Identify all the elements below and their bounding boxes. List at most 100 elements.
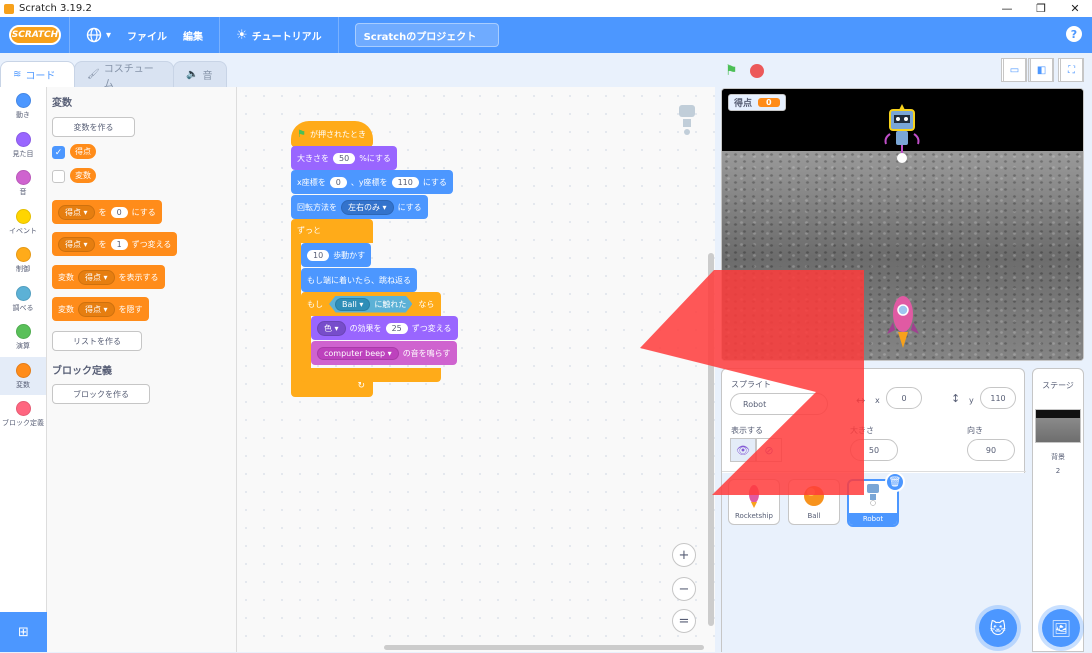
choose-sprite-button[interactable]: 🐱	[979, 609, 1017, 647]
minimize-icon[interactable]: —	[990, 0, 1024, 17]
close-icon[interactable]: ✕	[1058, 0, 1092, 17]
variable-visible-checkbox[interactable]	[52, 170, 65, 183]
size-input[interactable]: 50	[333, 152, 356, 164]
category-looks[interactable]: 見た目	[0, 126, 46, 165]
edit-menu[interactable]: 編集	[183, 28, 203, 43]
fullscreen-button[interactable]: ⛶	[1058, 58, 1084, 82]
tab-sounds[interactable]: 🔈 音	[173, 61, 227, 87]
block-text: もし端に着いたら、跳ね返る	[307, 275, 411, 285]
play-sound-block[interactable]: computer beep ▾ の音を鳴らす	[311, 341, 457, 365]
category-control[interactable]: 制御	[0, 241, 46, 280]
touching-target-dropdown[interactable]: Ball ▾	[335, 297, 371, 311]
direction-input[interactable]: 90	[967, 439, 1015, 461]
make-variable-button[interactable]: 変数を作る	[52, 117, 135, 137]
add-extension-button[interactable]: ⊞	[0, 612, 47, 652]
zoom-in-icon: +	[678, 547, 690, 563]
move-steps-block[interactable]: 10 歩動かす	[301, 243, 372, 267]
category-sensing[interactable]: 調べる	[0, 280, 46, 319]
y-label: y	[969, 396, 974, 405]
project-title-input[interactable]: Scratchのプロジェクト	[354, 23, 499, 47]
brush-icon: 🖌	[87, 69, 100, 80]
change-effect-block[interactable]: 色 ▾ の効果を 25 ずつ変える	[311, 316, 458, 340]
value-input[interactable]: 1	[110, 238, 128, 250]
variable-reporter-block[interactable]: 変数	[70, 168, 96, 183]
small-stage-icon: ▭	[1003, 58, 1026, 82]
category-events[interactable]: イベント	[0, 203, 46, 242]
x-position-input[interactable]: 0	[886, 387, 922, 409]
value-input[interactable]: 0	[110, 206, 128, 218]
extension-icon: ⊞	[18, 624, 29, 640]
sound-dropdown[interactable]: computer beep ▾	[317, 346, 399, 360]
operators-dot-icon	[15, 324, 31, 339]
score-visible-checkbox[interactable]: ✓	[52, 146, 65, 159]
when-flag-clicked-block[interactable]: ⚑ が押されたとき	[291, 121, 373, 147]
x-input[interactable]: 0	[329, 176, 347, 188]
file-menu[interactable]: ファイル	[127, 28, 167, 43]
y-position-input[interactable]: 110	[980, 387, 1016, 409]
scratch-logo[interactable]: SCRATCH	[9, 25, 61, 45]
zoom-out-button[interactable]: −	[672, 577, 696, 601]
goto-xy-block[interactable]: x座標を 0 、y座標を 110 にする	[291, 170, 453, 194]
block-text: を隠す	[118, 304, 143, 314]
show-sprite-toggle[interactable]: 👁	[730, 438, 756, 462]
tab-code[interactable]: ≋ コード	[0, 61, 75, 87]
stop-button[interactable]	[750, 64, 764, 78]
choose-backdrop-button[interactable]: 🖼	[1042, 609, 1080, 647]
effect-dropdown[interactable]: 色 ▾	[317, 320, 346, 336]
hide-sprite-toggle[interactable]: ⊘	[756, 438, 782, 462]
hide-variable-block[interactable]: 変数 得点 ▾ を隠す	[52, 297, 149, 321]
tab-costumes[interactable]: 🖌 コスチューム	[74, 61, 174, 90]
looks-dot-icon	[15, 131, 31, 147]
script-vertical-scrollbar[interactable]	[708, 253, 714, 626]
zoom-in-button[interactable]: +	[672, 543, 696, 567]
rocketship-sprite[interactable]	[885, 294, 921, 349]
green-flag-button[interactable]: ⚑	[725, 63, 739, 79]
sprite-thumb-ball[interactable]: Ball	[788, 479, 840, 525]
bounce-on-edge-block[interactable]: もし端に着いたら、跳ね返る	[301, 268, 417, 292]
category-sound[interactable]: 音	[0, 164, 46, 203]
size-input[interactable]: 50	[850, 439, 898, 461]
robot-sprite[interactable]	[882, 104, 922, 164]
variable-dropdown[interactable]: 得点 ▾	[78, 301, 115, 317]
category-operators[interactable]: 演算	[0, 318, 46, 357]
small-stage-button[interactable]: ▭	[1001, 58, 1027, 82]
score-monitor[interactable]: 得点 0	[728, 94, 786, 111]
script-area[interactable]: ⚑ が押されたとき 大きさを 50 %にする x座標を 0 、y座標を 110 …	[237, 87, 715, 652]
x-label: x	[875, 396, 880, 405]
set-variable-block[interactable]: 得点 ▾ を 0 にする	[52, 200, 162, 224]
if-footer	[301, 368, 441, 382]
y-input[interactable]: 110	[391, 176, 419, 188]
monitor-value: 0	[758, 98, 780, 107]
category-motion[interactable]: 動き	[0, 87, 46, 126]
rotation-dropdown[interactable]: 左右のみ ▾	[341, 199, 394, 215]
tutorial-menu[interactable]: ☀ チュートリアル	[236, 28, 322, 43]
set-size-block[interactable]: 大きさを 50 %にする	[291, 146, 397, 170]
script-horizontal-scrollbar[interactable]	[384, 645, 704, 650]
steps-input[interactable]: 10	[307, 249, 330, 261]
normal-stage-icon: ◧	[1030, 58, 1053, 82]
language-menu[interactable]: ▾	[86, 27, 111, 43]
sprite-thumb-rocketship[interactable]: Rocketship	[728, 479, 780, 525]
normal-stage-button[interactable]: ◧	[1028, 58, 1054, 82]
delete-sprite-button[interactable]: 🗑	[885, 472, 905, 492]
category-myblocks[interactable]: ブロック定義	[0, 395, 46, 434]
sprite-name-input[interactable]: Robot	[730, 393, 828, 415]
touching-block[interactable]: Ball ▾ に触れた	[329, 295, 413, 313]
make-list-button[interactable]: リストを作る	[52, 331, 142, 351]
variable-dropdown[interactable]: 得点 ▾	[78, 269, 115, 285]
show-variable-block[interactable]: 変数 得点 ▾ を表示する	[52, 265, 165, 289]
variable-dropdown[interactable]: 得点 ▾	[58, 204, 95, 220]
change-variable-block[interactable]: 得点 ▾ を 1 ずつ変える	[52, 232, 178, 256]
make-block-button[interactable]: ブロックを作る	[52, 384, 150, 404]
help-icon[interactable]: ?	[1066, 26, 1082, 42]
effect-input[interactable]: 25	[385, 322, 408, 334]
zoom-reset-button[interactable]: =	[672, 609, 696, 633]
variable-dropdown[interactable]: 得点 ▾	[58, 236, 95, 252]
stage-canvas[interactable]: 得点 0	[721, 88, 1084, 361]
score-reporter-block[interactable]: 得点	[70, 144, 96, 159]
set-rotation-style-block[interactable]: 回転方法を 左右のみ ▾ にする	[291, 195, 428, 219]
tab-costumes-label: コスチューム	[103, 63, 154, 90]
block-palette: 変数 変数を作る ✓ 得点 変数 得点 ▾ を 0 にする 得点 ▾ を 1 ず…	[47, 87, 237, 652]
maximize-icon[interactable]: ❐	[1024, 0, 1058, 17]
category-variables[interactable]: 変数	[0, 356, 46, 395]
